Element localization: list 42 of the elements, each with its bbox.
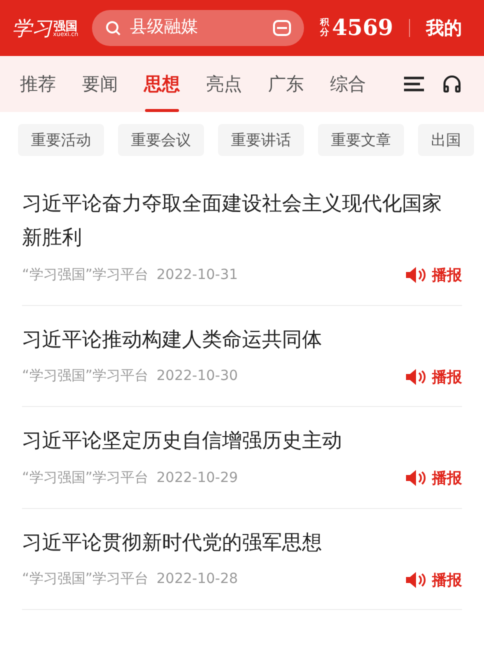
mine-link[interactable]: 我的 [426, 14, 462, 42]
points-label: 积分 [320, 18, 330, 38]
headphones-icon[interactable] [442, 74, 462, 94]
logo-script: 学习 [12, 18, 52, 38]
logo-name: 强国 [54, 20, 78, 32]
tab[interactable]: 广东 [268, 56, 304, 112]
category-chip[interactable]: 重要会议 [118, 124, 204, 156]
article-date: 2022-10-29 [156, 468, 238, 488]
tab[interactable]: 亮点 [206, 56, 242, 112]
article-date: 2022-10-30 [156, 367, 238, 386]
speaker-icon [406, 470, 428, 486]
category-chip[interactable]: 重要文章 [318, 124, 404, 156]
tab[interactable]: 推荐 [20, 56, 56, 112]
category-chip[interactable]: 重要活动 [18, 124, 104, 156]
search-field[interactable]: 县级融媒 [130, 15, 264, 41]
broadcast-button[interactable]: 播报 [406, 568, 462, 591]
points-value[interactable]: 4569 [332, 12, 394, 44]
broadcast-button[interactable]: 播报 [406, 264, 462, 286]
tab[interactable]: 要闻 [82, 56, 118, 112]
article-title[interactable]: 习近平论推动构建人类命运共同体 [22, 322, 447, 356]
article-date: 2022-10-31 [156, 266, 238, 285]
speaker-icon [406, 267, 428, 284]
article-source: “学习强国”学习平台 [22, 367, 149, 386]
article-source: “学习强国”学习平台 [22, 570, 149, 590]
broadcast-button[interactable]: 播报 [406, 366, 462, 388]
category-chip[interactable]: 出国 [418, 124, 474, 156]
category-chip[interactable]: 重要讲话 [218, 124, 304, 156]
article-title[interactable]: 习近平论贯彻新时代党的强军思想 [22, 524, 447, 558]
menu-icon[interactable] [404, 76, 424, 92]
tab[interactable]: 综合 [330, 56, 366, 112]
article-title[interactable]: 习近平论坚定历史自信增强历史主动 [22, 423, 447, 457]
article-source: “学习强国”学习平台 [22, 266, 149, 285]
search-icon [104, 19, 122, 37]
speaker-icon [406, 572, 428, 588]
speaker-icon [406, 368, 428, 385]
scan-icon[interactable] [272, 19, 292, 37]
search-bar[interactable]: 县级融媒 [92, 10, 304, 46]
tab[interactable]: 思想 [144, 56, 180, 112]
broadcast-button[interactable]: 播报 [406, 467, 462, 490]
article-date: 2022-10-28 [156, 570, 238, 590]
article-title[interactable]: 习近平论奋力夺取全面建设社会主义现代化国家新胜利 [22, 186, 447, 254]
article-source: “学习强国”学习平台 [22, 468, 149, 488]
